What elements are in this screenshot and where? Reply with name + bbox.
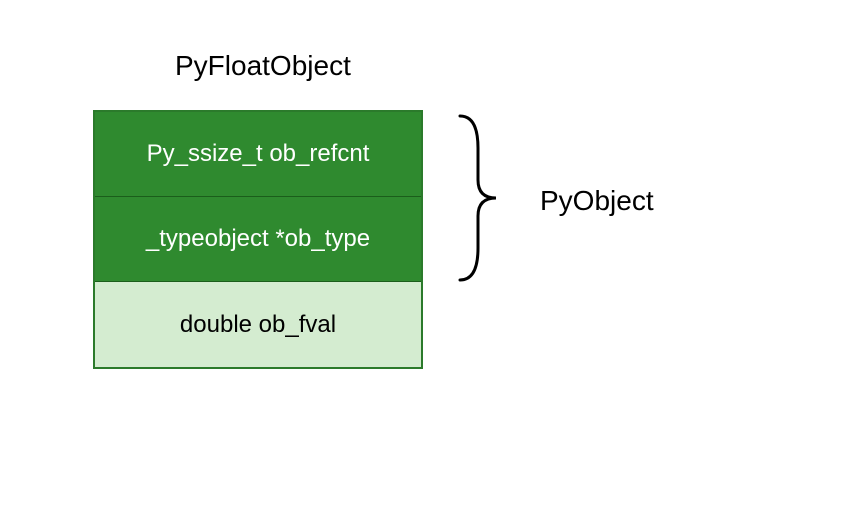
- struct-title: PyFloatObject: [175, 50, 351, 82]
- field-ob-fval: double ob_fval: [95, 282, 421, 367]
- field-ob-refcnt: Py_ssize_t ob_refcnt: [95, 112, 421, 197]
- field-label: Py_ssize_t ob_refcnt: [147, 140, 370, 168]
- field-label: _typeobject *ob_type: [146, 225, 370, 253]
- field-ob-type: _typeobject *ob_type: [95, 197, 421, 282]
- curly-brace-icon: [440, 108, 530, 288]
- field-label: double ob_fval: [180, 311, 336, 339]
- struct-box: Py_ssize_t ob_refcnt _typeobject *ob_typ…: [93, 110, 423, 369]
- pyobject-annotation: PyObject: [540, 185, 654, 217]
